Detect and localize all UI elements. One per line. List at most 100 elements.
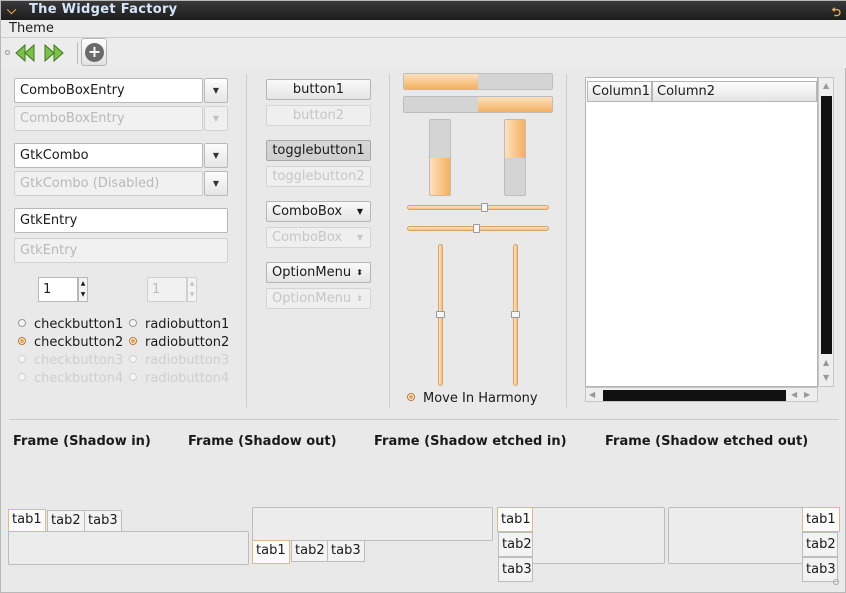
button1[interactable]: button1 — [266, 79, 371, 100]
vscale-1[interactable] — [436, 244, 445, 386]
checkbutton4: checkbutton4 — [18, 371, 123, 386]
notebook-top-tab3[interactable]: tab3 — [84, 510, 122, 532]
column-separator — [389, 74, 390, 407]
widget-factory-window: ⌵ The Widget Factory ⮌ Theme + ComboBoxE… — [0, 0, 846, 593]
notebook-left-tab1[interactable]: tab1 — [497, 507, 533, 532]
checkbutton4-label: checkbutton4 — [34, 371, 124, 386]
optionmenu-label: OptionMenu — [272, 265, 352, 280]
add-button[interactable]: + — [81, 38, 107, 66]
radio-indicator-icon — [129, 355, 137, 363]
toolbar-separator — [77, 42, 78, 64]
horizontal-scrollbar[interactable]: ◀ ◀ ▶ — [585, 387, 818, 402]
notebook-top-tab1[interactable]: tab1 — [8, 509, 46, 532]
move-in-harmony-check[interactable]: Move In Harmony — [407, 391, 538, 406]
vertical-scrollbar[interactable]: ▲ ▲ ▼ — [818, 77, 834, 387]
radiobutton2-label: radiobutton2 — [145, 335, 230, 350]
scroll-up-icon[interactable]: ▲ — [823, 358, 829, 367]
slider-thumb[interactable] — [472, 224, 480, 233]
combobox-arrow-icon: ▼ — [356, 207, 363, 216]
gtkentry-input[interactable]: GtkEntry — [14, 208, 228, 233]
toolbar-grip-icon[interactable] — [5, 50, 10, 55]
notebook-left-pane — [532, 507, 665, 564]
combobox-disabled-label: ComboBox — [272, 230, 343, 245]
radiobutton3: radiobutton3 — [129, 353, 229, 368]
combobox-entry-dropdown-icon[interactable]: ▼ — [204, 78, 228, 103]
notebook-right-pane — [668, 507, 803, 564]
notebook-left-tab2[interactable]: tab2 — [498, 532, 533, 557]
notebook-right-tab3[interactable]: tab3 — [802, 557, 838, 582]
move-in-harmony-label: Move In Harmony — [423, 391, 538, 406]
column2-header[interactable]: Column2 — [652, 81, 817, 102]
scroll-left-icon[interactable]: ◀ — [791, 390, 797, 399]
notebook-top-tab2[interactable]: tab2 — [47, 510, 85, 532]
column-separator — [566, 74, 567, 407]
progressbar-horizontal-1 — [403, 73, 553, 90]
check-indicator-icon — [18, 319, 26, 327]
checkbutton2[interactable]: checkbutton2 — [18, 335, 123, 350]
notebook-bottom-tab1[interactable]: tab1 — [252, 540, 290, 564]
progressbar-horizontal-2 — [403, 96, 553, 113]
spinbutton-arrows-icon[interactable]: ▲ ▼ — [78, 277, 88, 302]
checkbutton2-label: checkbutton2 — [34, 335, 124, 350]
optionmenu-disabled-arrows-icon: ⬍ — [356, 294, 363, 303]
optionmenu[interactable]: OptionMenu ⬍ — [266, 262, 371, 283]
radio-indicator-icon — [129, 319, 137, 327]
checkbutton1-label: checkbutton1 — [34, 317, 124, 332]
scroll-up-icon[interactable]: ▲ — [823, 81, 829, 90]
menu-theme[interactable]: Theme — [9, 21, 54, 36]
scroll-down-icon[interactable]: ▼ — [823, 373, 829, 382]
optionmenu-disabled-label: OptionMenu — [272, 291, 352, 306]
scroll-left-icon[interactable]: ◀ — [589, 390, 595, 399]
notebook-left-tab3[interactable]: tab3 — [498, 557, 533, 582]
checkbutton3: checkbutton3 — [18, 353, 123, 368]
slider-thumb[interactable] — [511, 311, 520, 318]
go-back-icon[interactable] — [14, 43, 36, 63]
tree-view[interactable]: Column1 Column2 — [585, 77, 818, 387]
hscale-1[interactable] — [407, 203, 549, 212]
slider-thumb[interactable] — [436, 311, 445, 318]
togglebutton1[interactable]: togglebutton1 — [266, 140, 371, 161]
check-indicator-checked-icon — [407, 393, 415, 401]
gtkcombo-dropdown-icon[interactable]: ▼ — [204, 143, 228, 168]
radiobutton1[interactable]: radiobutton1 — [129, 317, 229, 332]
check-indicator-checked-icon — [18, 337, 26, 345]
combobox[interactable]: ComboBox ▼ — [266, 201, 371, 222]
menubar: Theme — [1, 20, 846, 38]
checkbutton1[interactable]: checkbutton1 — [18, 317, 123, 332]
combobox-disabled: ComboBox ▼ — [266, 227, 371, 248]
progressbar-vertical-1 — [429, 119, 451, 196]
notebook-bottom-tab2[interactable]: tab2 — [291, 540, 329, 562]
radiobutton2[interactable]: radiobutton2 — [129, 335, 229, 350]
checkbutton3-label: checkbutton3 — [34, 353, 124, 368]
scroll-right-icon[interactable]: ▶ — [804, 390, 810, 399]
column-separator — [246, 74, 247, 407]
notebook-bottom-pane — [252, 507, 493, 541]
resize-grip-icon[interactable] — [833, 579, 839, 585]
scrollbar-trough[interactable] — [603, 390, 786, 401]
notebook-right-tab1[interactable]: tab1 — [802, 507, 840, 532]
go-forward-icon[interactable] — [43, 43, 65, 63]
combobox-entry-input[interactable]: ComboBoxEntry — [14, 78, 203, 103]
notebook-bottom-tab3[interactable]: tab3 — [327, 540, 365, 562]
check-indicator-icon — [18, 355, 26, 363]
button2: button2 — [266, 105, 371, 126]
gtkcombo-input[interactable]: GtkCombo — [14, 143, 203, 168]
spinbutton-value[interactable]: 1 — [38, 277, 78, 302]
notebook-top-pane — [8, 531, 249, 565]
vscale-2[interactable] — [511, 244, 520, 386]
column1-header[interactable]: Column1 — [587, 81, 652, 102]
spinbutton-disabled: 1 ▲ ▼ — [147, 277, 197, 302]
progressbar-vertical-2 — [504, 119, 526, 196]
hscale-2[interactable] — [407, 224, 549, 233]
title-bar[interactable]: ⌵ The Widget Factory ⮌ — [1, 1, 846, 20]
slider-thumb[interactable] — [481, 203, 488, 212]
section-separator — [9, 419, 839, 420]
add-icon: + — [85, 43, 104, 62]
scrollbar-trough[interactable] — [821, 96, 832, 354]
optionmenu-disabled: OptionMenu ⬍ — [266, 288, 371, 309]
spinbutton[interactable]: 1 ▲ ▼ — [38, 277, 88, 302]
window-menu-icon[interactable]: ⌵ — [7, 3, 16, 18]
radio-indicator-icon — [129, 373, 137, 381]
notebook-right-tab2[interactable]: tab2 — [802, 532, 838, 557]
progress-fill — [478, 97, 552, 112]
